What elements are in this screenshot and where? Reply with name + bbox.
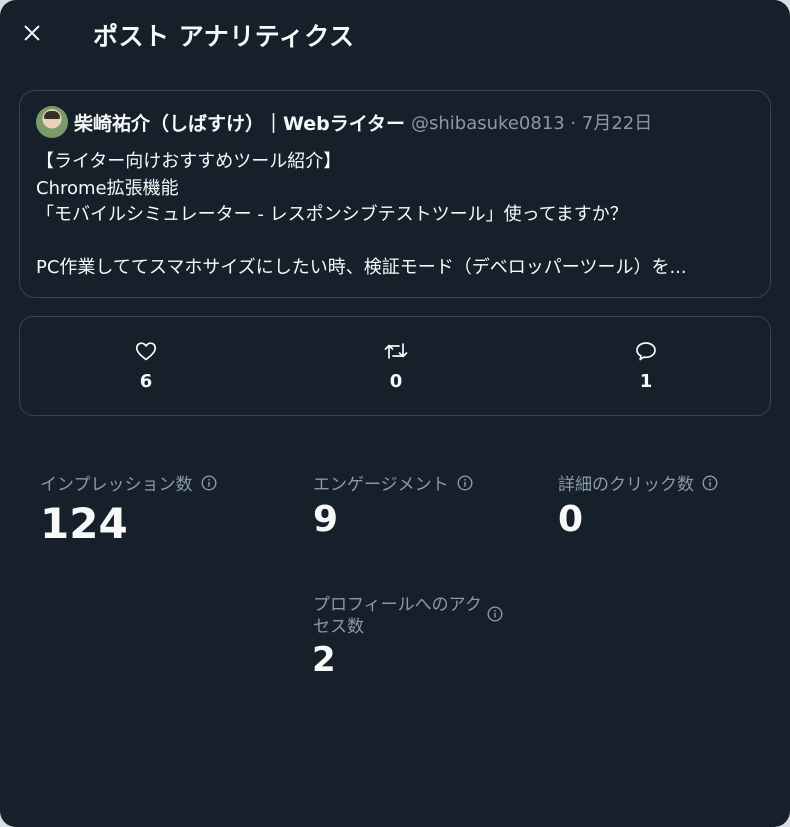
info-icon[interactable] [200,474,217,491]
post-preview-card[interactable]: 柴崎祐介（しばすけ）｜Webライター @shibasuke0813 · 7月22… [19,90,771,298]
author-name[interactable]: 柴崎祐介（しばすけ）｜Webライター [74,109,405,136]
reposts-stat: 0 [336,339,456,392]
reposts-count: 0 [389,371,403,392]
avatar[interactable] [36,106,68,138]
reply-icon [636,342,656,361]
detail-clicks-metric: 詳細のクリック数 0 [558,470,718,540]
engagement-summary: 6 0 1 [19,316,771,416]
page-title: ポスト アナリティクス [93,22,355,51]
post-line: 「モバイルシミュレーター - レスポンシブテストツール」使ってますか？ [36,204,628,225]
post-line: 【ライター向けおすすめツール紹介】 [36,151,342,172]
info-icon[interactable] [457,474,473,491]
post-line: Chrome拡張機能 [36,177,179,199]
detail-clicks-value: 0 [558,499,584,540]
post-line-blank [36,229,756,256]
repost-icon [384,343,408,359]
impressions-value: 124 [40,499,128,548]
engagements-label: エンゲージメント [313,475,449,495]
info-icon[interactable] [487,606,503,626]
engagements-value: 9 [313,499,339,540]
impressions-metric: インプレッション数 124 [40,470,217,548]
post-text: 【ライター向けおすすめツール紹介】 Chrome拡張機能 「モバイルシミュレータ… [36,149,756,282]
modal-header: ポスト アナリティクス [0,0,790,66]
author-handle-date: @shibasuke0813 · 7月22日 [411,113,653,134]
impressions-label: インプレッション数 [40,475,193,495]
post-line: PC作業しててスマホサイズにしたい時、検証モード（デベロッパーツール）を... [36,257,687,278]
likes-stat: 6 [86,339,206,392]
post-analytics-modal: ポスト アナリティクス 柴崎祐介（しばすけ）｜Webライター @shibasuk… [0,0,790,827]
likes-count: 6 [139,371,153,392]
heart-icon [135,342,157,361]
close-icon [24,25,40,41]
info-icon[interactable] [702,474,718,491]
profile-visits-value: 2 [312,640,336,680]
close-button[interactable] [12,13,52,53]
detail-clicks-label: 詳細のクリック数 [558,475,694,495]
engagements-metric: エンゲージメント 9 [313,470,473,540]
post-author-row: 柴崎祐介（しばすけ）｜Webライター @shibasuke0813 · 7月22… [36,106,756,138]
profile-visits-label: プロフィールへのアクセス数 [313,595,482,637]
replies-count: 1 [639,371,653,392]
replies-stat: 1 [586,339,706,392]
